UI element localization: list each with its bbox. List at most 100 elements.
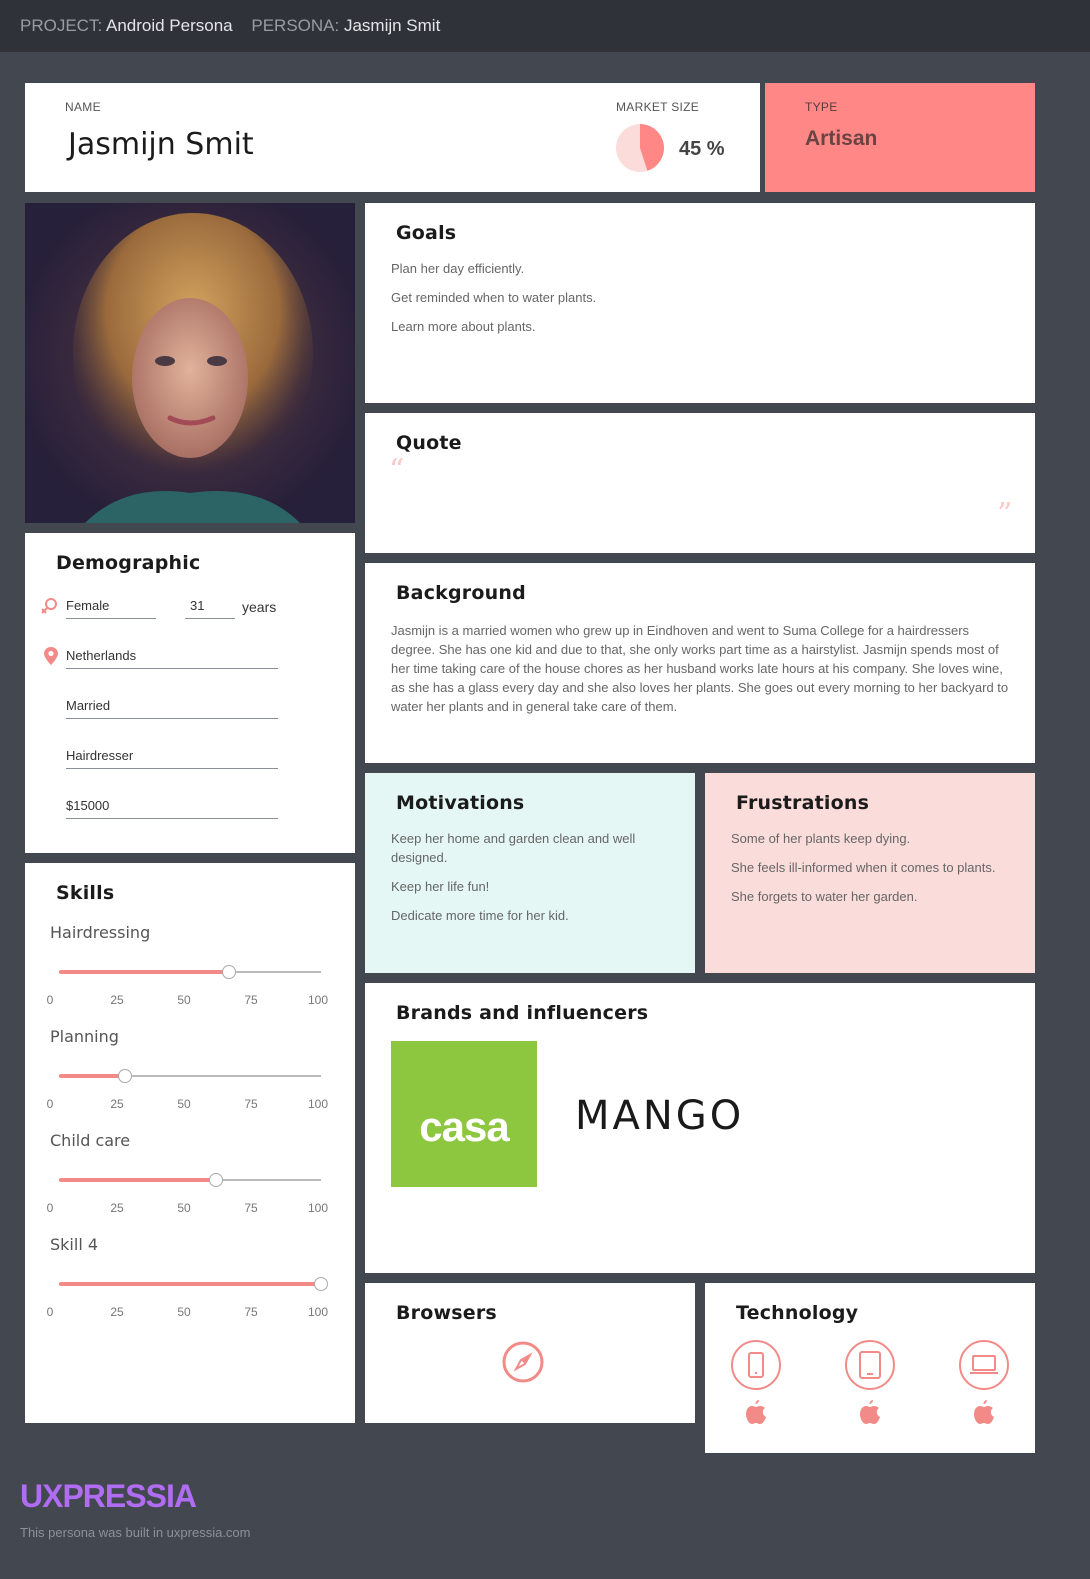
motivation-item[interactable]: Keep her home and garden clean and well … bbox=[391, 829, 676, 867]
skill-scale-tick: 100 bbox=[307, 1097, 329, 1111]
persona-header-card: NAME Jasmijn Smit MARKET SIZE 45 % bbox=[25, 83, 760, 192]
frustration-item[interactable]: She feels ill-informed when it comes to … bbox=[731, 858, 1016, 877]
persona-type-card: TYPE Artisan bbox=[765, 83, 1035, 192]
mango-logo[interactable]: MANGO bbox=[575, 1093, 744, 1139]
skill-slider-track[interactable] bbox=[59, 1277, 328, 1291]
age-field[interactable]: 31 bbox=[185, 598, 235, 619]
goal-item[interactable]: Learn more about plants. bbox=[391, 317, 1011, 336]
demographic-title: Demographic bbox=[56, 552, 201, 574]
brands-title: Brands and influencers bbox=[396, 1002, 649, 1024]
type-value[interactable]: Artisan bbox=[805, 127, 877, 151]
skill-scale-tick: 0 bbox=[46, 1305, 54, 1319]
skill-name[interactable]: Planning bbox=[50, 1027, 119, 1046]
persona-portrait-image bbox=[73, 213, 313, 523]
persona-name-field[interactable]: Jasmijn Smit bbox=[68, 127, 254, 162]
location-field[interactable]: Netherlands bbox=[66, 648, 278, 669]
skill-scale-tick: 25 bbox=[110, 1305, 124, 1319]
goal-item[interactable]: Get reminded when to water plants. bbox=[391, 288, 1011, 307]
frustrations-title: Frustrations bbox=[736, 792, 870, 814]
tech-tablet[interactable] bbox=[845, 1340, 895, 1431]
persona-name[interactable]: Jasmijn Smit bbox=[344, 16, 440, 35]
occupation-field[interactable]: Hairdresser bbox=[66, 748, 278, 769]
skill-name[interactable]: Child care bbox=[50, 1131, 130, 1150]
skill-scale-tick: 100 bbox=[307, 993, 329, 1007]
gender-field[interactable]: Female bbox=[66, 598, 156, 619]
skill-scale-tick: 75 bbox=[244, 993, 258, 1007]
skill-scale-tick: 0 bbox=[46, 1201, 54, 1215]
skill-scale-tick: 0 bbox=[46, 993, 54, 1007]
skill-slider-handle[interactable] bbox=[117, 1069, 132, 1083]
apple-icon bbox=[974, 1400, 994, 1424]
market-size-pie bbox=[616, 124, 664, 172]
laptop-icon bbox=[959, 1340, 1009, 1390]
motivations-card: Motivations Keep her home and garden cle… bbox=[365, 773, 695, 973]
quote-text-field[interactable] bbox=[391, 483, 991, 523]
skill-scale-tick: 50 bbox=[177, 1305, 191, 1319]
skill-slider-handle[interactable] bbox=[222, 965, 237, 979]
skill-slider-track[interactable] bbox=[59, 965, 321, 979]
motivation-item[interactable]: Keep her life fun! bbox=[391, 877, 676, 896]
age-unit: years bbox=[242, 599, 277, 615]
apple-icon bbox=[746, 1400, 766, 1424]
skill-slider-track[interactable] bbox=[59, 1069, 321, 1083]
skills-title: Skills bbox=[56, 882, 115, 904]
tech-laptop[interactable] bbox=[959, 1340, 1009, 1431]
skill-scale-tick: 75 bbox=[244, 1305, 258, 1319]
project-name[interactable]: Android Persona bbox=[106, 16, 233, 35]
uxpressia-logo[interactable]: UXPRESSIA bbox=[20, 1478, 197, 1515]
goal-item[interactable]: Plan her day efficiently. bbox=[391, 259, 1011, 278]
frustration-item[interactable]: Some of her plants keep dying. bbox=[731, 829, 1016, 848]
goals-title: Goals bbox=[396, 222, 457, 244]
background-title: Background bbox=[396, 582, 526, 604]
income-field[interactable]: $15000 bbox=[66, 798, 278, 819]
type-label: TYPE bbox=[805, 100, 838, 114]
skill-name[interactable]: Hairdressing bbox=[50, 923, 150, 942]
safari-icon[interactable] bbox=[501, 1340, 545, 1384]
footer-note: This persona was built in uxpressia.com bbox=[20, 1525, 251, 1540]
persona-label: PERSONA: bbox=[251, 16, 340, 35]
skill-scale-tick: 25 bbox=[110, 1097, 124, 1111]
skill-slider-fill bbox=[59, 970, 230, 974]
skill-scale-tick: 50 bbox=[177, 993, 191, 1007]
skill-scale-tick: 75 bbox=[244, 1201, 258, 1215]
skill-scale-tick: 25 bbox=[110, 1201, 124, 1215]
quote-card: Quote “ ” bbox=[365, 413, 1035, 553]
skill-slider-handle[interactable] bbox=[209, 1173, 224, 1187]
quote-title: Quote bbox=[396, 432, 462, 454]
goals-card: Goals Plan her day efficiently. Get remi… bbox=[365, 203, 1035, 403]
skill-scale-tick: 25 bbox=[110, 993, 124, 1007]
skill-slider-fill bbox=[59, 1074, 125, 1078]
top-bar: PROJECT: Android Persona PERSONA: Jasmij… bbox=[0, 0, 1090, 52]
skill-scale-tick: 75 bbox=[244, 1097, 258, 1111]
skill-slider-track[interactable] bbox=[59, 1173, 321, 1187]
tech-phone[interactable] bbox=[731, 1340, 781, 1431]
motivations-list: Keep her home and garden clean and well … bbox=[391, 829, 676, 935]
skill-scale-tick: 50 bbox=[177, 1097, 191, 1111]
technology-title: Technology bbox=[736, 1302, 859, 1324]
skill-name[interactable]: Skill 4 bbox=[50, 1235, 98, 1254]
browsers-title: Browsers bbox=[396, 1302, 497, 1324]
market-size-value[interactable]: 45 % bbox=[679, 138, 725, 161]
quote-close-mark: ” bbox=[997, 497, 1013, 532]
project-label: PROJECT: bbox=[20, 16, 103, 35]
marital-status-field[interactable]: Married bbox=[66, 698, 278, 719]
background-text[interactable]: Jasmijn is a married women who grew up i… bbox=[391, 621, 1011, 716]
skill-scale-tick: 50 bbox=[177, 1201, 191, 1215]
market-size-label: MARKET SIZE bbox=[616, 100, 700, 114]
goals-list: Plan her day efficiently. Get reminded w… bbox=[391, 259, 1011, 346]
female-icon bbox=[41, 598, 57, 614]
motivations-title: Motivations bbox=[396, 792, 525, 814]
phone-icon bbox=[731, 1340, 781, 1390]
skill-slider-fill bbox=[59, 1282, 321, 1286]
frustration-item[interactable]: She forgets to water her garden. bbox=[731, 887, 1016, 906]
skill-scale-tick: 100 bbox=[307, 1201, 329, 1215]
background-card: Background Jasmijn is a married women wh… bbox=[365, 563, 1035, 763]
casa-logo[interactable]: casa bbox=[391, 1041, 537, 1187]
casa-logo-text: casa bbox=[419, 1103, 509, 1150]
brands-card: Brands and influencers casa MANGO bbox=[365, 983, 1035, 1273]
skill-scale-tick: 0 bbox=[46, 1097, 54, 1111]
skill-slider-handle[interactable] bbox=[314, 1277, 328, 1291]
motivation-item[interactable]: Dedicate more time for her kid. bbox=[391, 906, 676, 925]
persona-photo[interactable] bbox=[25, 203, 355, 523]
location-icon bbox=[44, 647, 58, 665]
